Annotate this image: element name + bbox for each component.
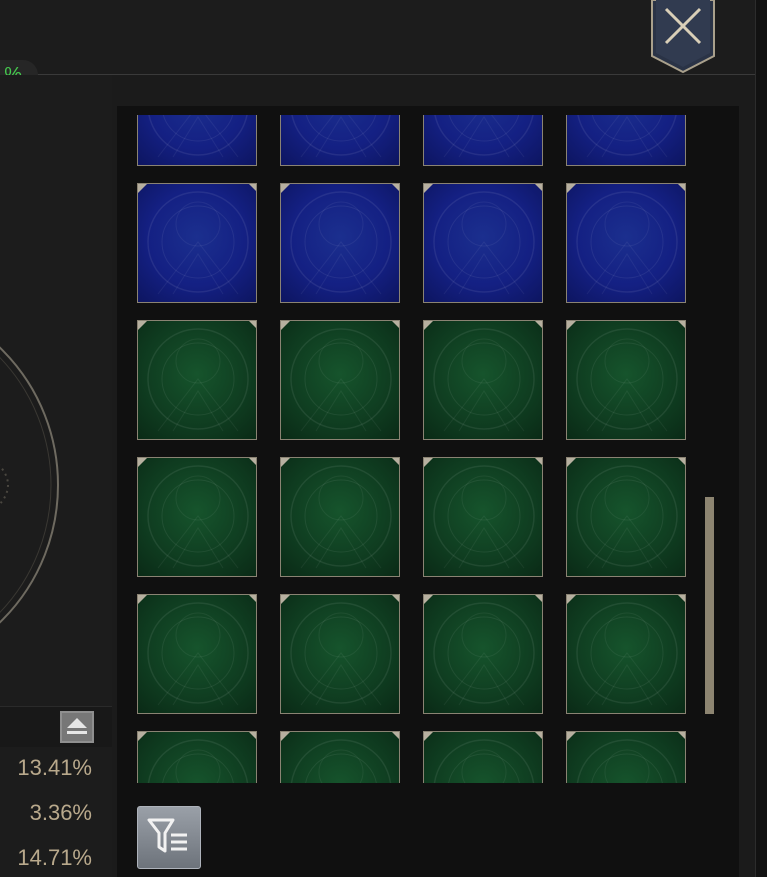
inventory-slot[interactable] — [566, 457, 686, 577]
scrollbar-thumb[interactable] — [705, 497, 714, 714]
inventory-slot[interactable] — [280, 183, 400, 303]
close-button[interactable] — [650, 0, 716, 74]
inventory-slot[interactable] — [280, 115, 400, 166]
inventory-slot[interactable] — [566, 320, 686, 440]
inventory-slot[interactable] — [280, 594, 400, 714]
inventory-slot[interactable] — [423, 183, 543, 303]
inventory-slot[interactable] — [566, 594, 686, 714]
inventory-slot[interactable] — [423, 457, 543, 577]
inventory-slot[interactable] — [566, 115, 686, 166]
inventory-slot[interactable] — [137, 115, 257, 166]
inventory-slot[interactable] — [280, 731, 400, 783]
inventory-slot[interactable] — [423, 731, 543, 783]
stats-header — [0, 706, 112, 747]
inventory-slot[interactable] — [423, 594, 543, 714]
collapse-stats-button[interactable] — [60, 711, 94, 743]
inventory-slot[interactable] — [566, 183, 686, 303]
character-ring — [0, 290, 70, 675]
inventory-slot[interactable] — [137, 183, 257, 303]
inventory-slot[interactable] — [137, 457, 257, 577]
inventory-slot[interactable] — [423, 320, 543, 440]
stat-value: 3.36% — [29, 800, 92, 825]
stat-value: 14.71% — [17, 845, 92, 870]
inventory-slot[interactable] — [137, 594, 257, 714]
inventory-slot[interactable] — [423, 115, 543, 166]
stat-value: 13.41% — [17, 755, 92, 780]
filter-list-icon — [147, 818, 187, 853]
inventory-slot[interactable] — [566, 731, 686, 783]
inventory-slot[interactable] — [137, 731, 257, 783]
inventory-slot[interactable] — [137, 320, 257, 440]
window-right-edge — [755, 0, 767, 877]
close-x-icon — [651, 0, 715, 74]
filter-button[interactable] — [137, 806, 201, 869]
inventory-slot[interactable] — [280, 320, 400, 440]
eject-up-icon — [60, 711, 94, 743]
inventory-slot[interactable] — [280, 457, 400, 577]
inventory-grid — [137, 115, 697, 783]
